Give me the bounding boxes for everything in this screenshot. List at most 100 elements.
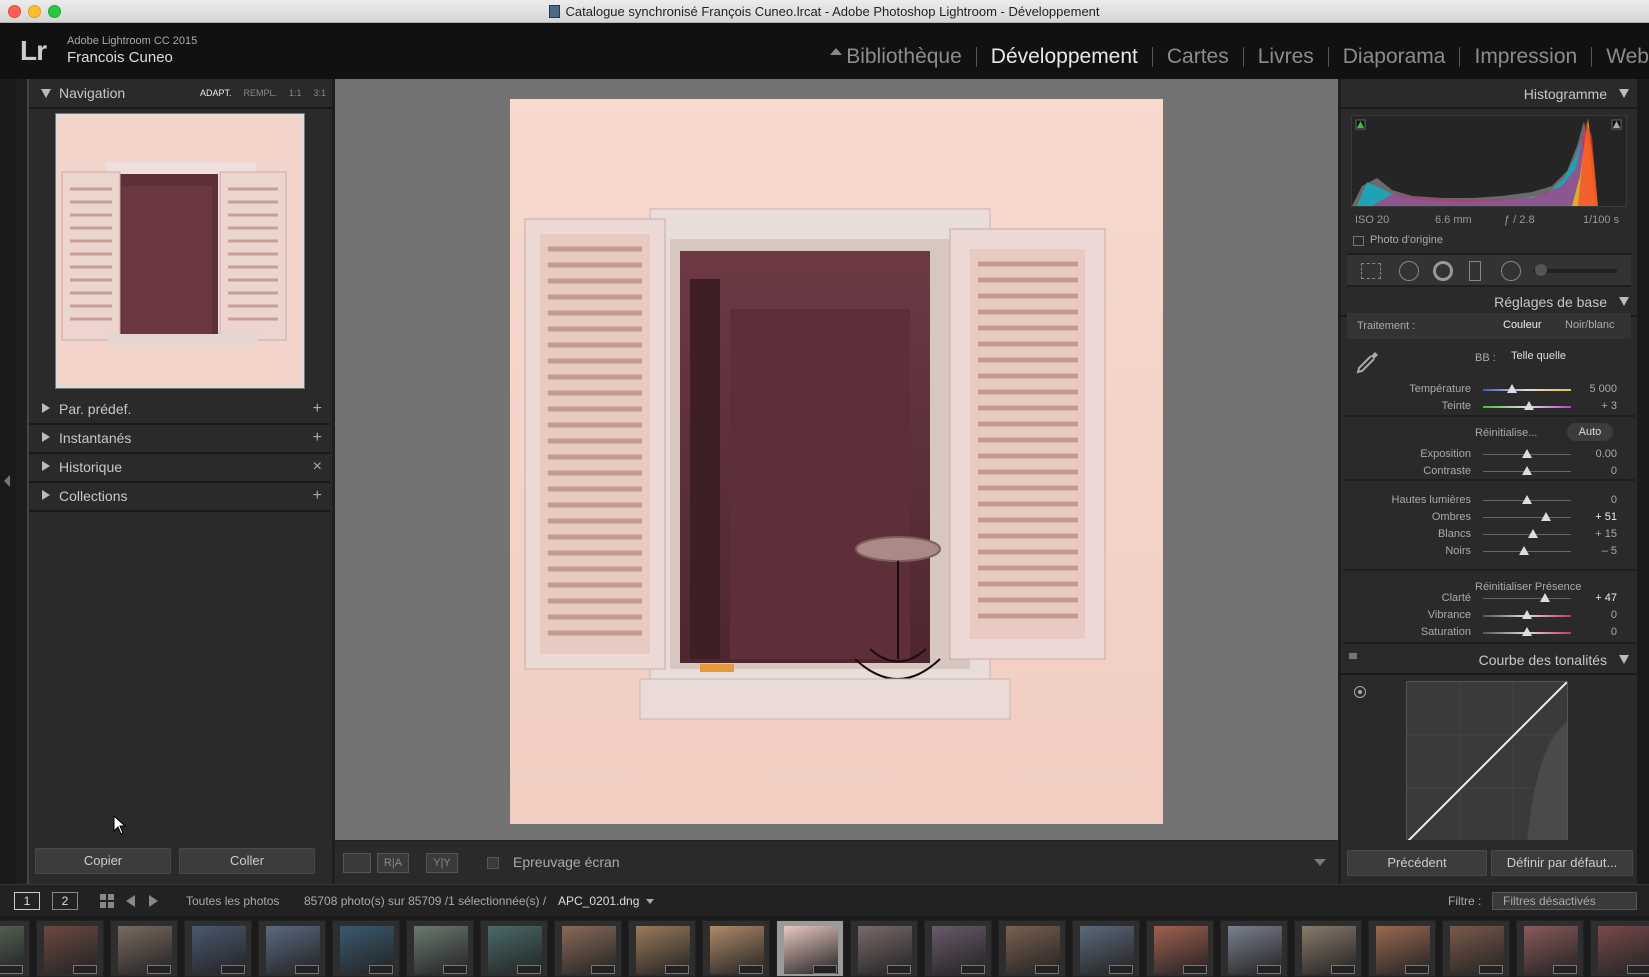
slider-value[interactable]: 5 000 — [1589, 383, 1617, 395]
color-treatment-button[interactable]: Couleur — [1503, 319, 1542, 331]
adjustment-brush-icon[interactable] — [1535, 264, 1547, 276]
collapse-left-arrow-icon[interactable] — [4, 475, 10, 487]
snapshots-panel[interactable]: Instantanés + — [29, 424, 330, 454]
slider-thumb[interactable] — [1539, 593, 1550, 602]
set-default-button[interactable]: Définir par défaut... — [1491, 850, 1633, 876]
histogram[interactable] — [1351, 115, 1627, 207]
original-photo-checkbox[interactable] — [1353, 236, 1364, 246]
navigation-panel-header[interactable]: Navigation ADAPT. REMPL. 1:1 3:1 — [29, 79, 332, 109]
zoom-fit[interactable]: ADAPT. — [200, 88, 232, 98]
slider-value[interactable]: 0 — [1611, 626, 1617, 638]
slider-thumb[interactable] — [1522, 466, 1532, 475]
filmstrip-thumbnail[interactable] — [1442, 920, 1510, 977]
filmstrip-thumbnail[interactable] — [1220, 920, 1288, 977]
filmstrip-thumbnail[interactable] — [36, 920, 104, 977]
soft-proof-checkbox[interactable] — [487, 857, 499, 869]
add-preset-button[interactable]: + — [313, 400, 322, 418]
slider-value[interactable]: + 15 — [1595, 528, 1617, 540]
reset-tone-button[interactable]: Réinitialise... — [1475, 427, 1537, 439]
second-screen-button[interactable]: 2 — [52, 892, 78, 910]
targeted-adjustment-icon[interactable] — [1354, 686, 1366, 698]
slider-value[interactable]: 0.00 — [1596, 448, 1617, 460]
navigator-preview[interactable] — [55, 113, 305, 389]
histogram-panel-header[interactable]: Histogramme — [1341, 79, 1637, 109]
before-after-ra-button[interactable]: R|A — [377, 853, 409, 873]
presets-panel[interactable]: Par. prédef. + — [29, 395, 330, 425]
filename-dropdown-icon[interactable] — [646, 899, 654, 904]
filter-dropdown[interactable]: Filtres désactivés — [1492, 892, 1637, 910]
module-1[interactable]: Développement — [977, 46, 1153, 67]
spot-removal-icon[interactable] — [1399, 261, 1419, 281]
filmstrip-thumbnail[interactable] — [1072, 920, 1140, 977]
toolbar-menu-icon[interactable] — [1314, 859, 1326, 866]
collections-panel[interactable]: Collections + — [29, 482, 330, 512]
paste-button[interactable]: Coller — [179, 848, 315, 874]
module-0[interactable]: Bibliothèque — [832, 46, 977, 67]
module-4[interactable]: Diaporama — [1329, 46, 1461, 67]
slider-track[interactable] — [1483, 517, 1571, 518]
slider-thumb[interactable] — [1522, 610, 1532, 619]
slider-value[interactable]: + 47 — [1595, 592, 1617, 604]
slider-thumb[interactable] — [1523, 401, 1534, 410]
filmstrip-thumbnail[interactable] — [998, 920, 1066, 977]
auto-tone-button[interactable]: Auto — [1567, 423, 1613, 441]
tone-curve-graph[interactable] — [1406, 681, 1568, 840]
slider-value[interactable]: – 5 — [1602, 545, 1617, 557]
slider-value[interactable]: 0 — [1611, 609, 1617, 621]
zoom-fill[interactable]: REMPL. — [243, 88, 277, 98]
slider-value[interactable]: 0 — [1611, 494, 1617, 506]
filmstrip-thumbnail[interactable] — [110, 920, 178, 977]
slider-track[interactable] — [1483, 389, 1571, 391]
slider-thumb[interactable] — [1522, 495, 1532, 504]
reset-presence-button[interactable]: Réinitialiser Présence — [1475, 581, 1581, 593]
current-filename[interactable]: APC_0201.dng — [558, 894, 639, 908]
graduated-filter-icon[interactable] — [1469, 261, 1481, 281]
panel-switch-icon[interactable] — [1349, 653, 1357, 659]
main-photo[interactable] — [510, 99, 1163, 824]
image-canvas[interactable] — [335, 79, 1338, 840]
before-after-yy-button[interactable]: Y|Y — [426, 853, 458, 873]
slider-thumb[interactable] — [1507, 384, 1518, 393]
filmstrip-thumbnail[interactable] — [332, 920, 400, 977]
filmstrip-thumbnail[interactable] — [554, 920, 622, 977]
slider-track[interactable] — [1483, 598, 1571, 599]
grid-view-icon[interactable] — [100, 894, 114, 908]
zoom-1-1[interactable]: 1:1 — [289, 88, 302, 98]
previous-button[interactable]: Précédent — [1347, 850, 1487, 876]
main-screen-button[interactable]: 1 — [14, 892, 40, 910]
slider-value[interactable]: 0 — [1611, 465, 1617, 477]
bw-treatment-button[interactable]: Noir/blanc — [1565, 319, 1615, 331]
slider-thumb[interactable] — [1541, 512, 1552, 521]
filmstrip-thumbnail[interactable] — [1294, 920, 1362, 977]
slider-track[interactable] — [1483, 534, 1571, 535]
filmstrip-thumbnail[interactable] — [184, 920, 252, 977]
module-2[interactable]: Cartes — [1153, 46, 1244, 67]
forward-arrow-icon[interactable] — [149, 895, 158, 907]
module-3[interactable]: Livres — [1244, 46, 1329, 67]
source-label[interactable]: Toutes les photos — [186, 894, 279, 908]
red-eye-icon[interactable] — [1433, 261, 1453, 281]
slider-thumb[interactable] — [1522, 449, 1532, 458]
filmstrip-thumbnail[interactable] — [776, 920, 844, 977]
filmstrip-thumbnail[interactable] — [1368, 920, 1436, 977]
eyedropper-icon[interactable] — [1355, 349, 1381, 375]
filmstrip-thumbnail[interactable] — [924, 920, 992, 977]
module-5[interactable]: Impression — [1460, 46, 1593, 67]
filmstrip-thumbnail[interactable] — [406, 920, 474, 977]
wb-dropdown[interactable]: Telle quelle — [1511, 350, 1566, 362]
add-collection-button[interactable]: + — [313, 487, 322, 505]
navigator-viewport-frame[interactable] — [56, 114, 304, 388]
filmstrip-thumbnail[interactable] — [258, 920, 326, 977]
add-snapshot-button[interactable]: + — [313, 429, 322, 447]
filmstrip-thumbnail[interactable] — [1146, 920, 1214, 977]
filmstrip-thumbnail[interactable] — [0, 920, 30, 977]
filmstrip-thumbnail[interactable] — [702, 920, 770, 977]
slider-thumb[interactable] — [1522, 627, 1532, 636]
filmstrip-thumbnail[interactable] — [1516, 920, 1584, 977]
copy-button[interactable]: Copier — [35, 848, 171, 874]
slider-thumb[interactable] — [1519, 546, 1530, 555]
filmstrip-thumbnail[interactable] — [850, 920, 918, 977]
module-6[interactable]: Web — [1592, 46, 1649, 67]
crop-tool-icon[interactable] — [1361, 263, 1381, 279]
tone-curve-panel-header[interactable]: Courbe des tonalités — [1341, 645, 1637, 675]
